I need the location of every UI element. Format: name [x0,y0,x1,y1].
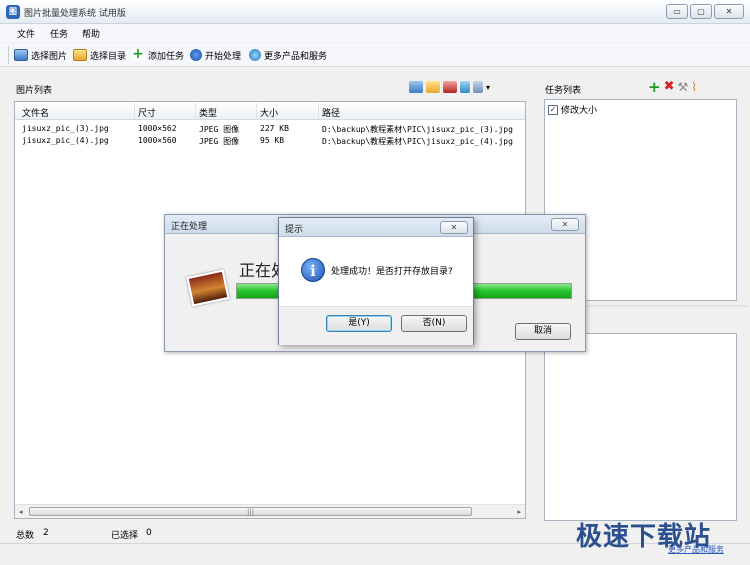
select-image-button[interactable]: 选择图片 [14,47,67,63]
horizontal-scrollbar[interactable]: ◂ ||| ▸ [15,504,525,518]
task-list-label: 任务列表 [545,86,582,96]
cell-filesize: 95 KB [260,136,285,145]
window-controls: ▭ ▢ ✕ [666,4,744,19]
toolbar: 选择图片 选择目录 + 添加任务 开始处理 更多产品和服务 [0,43,750,67]
column-filename[interactable]: 文件名 [22,106,49,119]
select-dir-button[interactable]: 选择目录 [73,47,126,63]
grip-icon: ||| [247,508,255,516]
select-dir-label: 选择目录 [90,51,127,62]
delete-icon[interactable]: ✖ [664,80,675,93]
watermark-link[interactable]: 更多产品和服务 [668,544,724,555]
yes-button[interactable]: 是(Y) [326,315,392,332]
picture-icon [14,49,28,61]
cell-size: 1000×562 [138,124,177,133]
globe-icon [249,49,261,61]
task-item[interactable]: ✓ 修改大小 [548,103,597,116]
total-value: 2 [43,528,49,538]
total-label: 总数 [16,531,35,541]
more-products-button[interactable]: 更多产品和服务 [249,47,327,63]
message-dialog: 提示 ✕ i 处理成功！是否打开存放目录? 是(Y) 否(N) [278,217,474,345]
window-title: 图片批量处理系统 试用版 [24,9,126,19]
dropdown-icon[interactable]: ▾ [486,83,490,92]
scroll-thumb[interactable]: ||| [29,507,472,516]
cancel-button[interactable]: 取消 [515,323,571,340]
message-dialog-close-button[interactable]: ✕ [440,221,468,234]
minimize-button[interactable]: ▭ [666,4,688,19]
task-checkbox[interactable]: ✓ [548,104,558,115]
menu-help[interactable]: 帮助 [82,27,100,40]
add-icon[interactable]: + [648,80,661,95]
add-task-button[interactable]: + 添加任务 [131,47,184,63]
select-image-label: 选择图片 [31,51,68,62]
message-dialog-title: 提示 [285,225,304,235]
menu-bar: 文件 任务 帮助 [0,24,750,42]
no-button[interactable]: 否(N) [401,315,467,332]
add-task-label: 添加任务 [148,51,185,62]
table-row[interactable]: jisuxz_pic_(4).jpg 1000×560 JPEG 图像 95 K… [15,135,525,147]
start-button[interactable]: 开始处理 [190,47,241,63]
table-row[interactable]: jisuxz_pic_(3).jpg 1000×562 JPEG 图像 227 … [15,123,525,135]
wrench-icon[interactable]: ⚒ [677,81,688,93]
cell-type: JPEG 图像 [199,125,240,134]
column-filesize[interactable]: 大小 [260,106,278,119]
task-detail-panel [544,333,737,521]
image-list-header: 文件名 尺寸 类型 大小 路径 [15,102,525,120]
play-icon [190,49,202,61]
cell-path: D:\backup\教程素材\PIC\jisuxz_pic_(4).jpg [322,137,513,146]
column-size[interactable]: 尺寸 [138,106,156,119]
cell-path: D:\backup\教程素材\PIC\jisuxz_pic_(3).jpg [322,125,513,134]
trash-icon[interactable] [460,81,470,93]
menu-task[interactable]: 任务 [50,27,68,40]
cell-size: 1000×560 [138,136,177,145]
broom-icon[interactable]: ⌇ [691,81,697,93]
menu-file[interactable]: 文件 [17,27,35,40]
image-list-tools: ▾ [409,81,490,93]
info-icon: i [301,258,325,282]
more-products-label: 更多产品和服务 [264,51,328,62]
selected-value: 0 [146,528,152,538]
app-icon: 图 [6,5,20,19]
cell-filename: jisuxz_pic_(4).jpg [22,136,109,145]
column-path[interactable]: 路径 [322,106,340,119]
column-type[interactable]: 类型 [199,106,217,119]
scroll-left-icon[interactable]: ◂ [19,508,23,516]
photo-icon [186,269,230,307]
task-item-label: 修改大小 [561,106,598,116]
toolbar-separator [8,46,9,64]
view-image-icon[interactable] [409,81,423,93]
cell-filesize: 227 KB [260,124,289,133]
selected-label: 已选择 [111,531,139,541]
maximize-button[interactable]: ▢ [690,4,712,19]
start-label: 开始处理 [205,51,242,62]
list-view-icon[interactable] [473,81,483,93]
remove-image-icon[interactable] [443,81,457,93]
title-bar: 图 图片批量处理系统 试用版 ▭ ▢ ✕ [0,0,750,24]
open-folder-icon[interactable] [426,81,440,93]
message-text: 处理成功！是否打开存放目录? [331,267,453,277]
progress-dialog-title: 正在处理 [171,222,208,232]
message-dialog-footer: 是(Y) 否(N) [279,306,473,345]
cell-filename: jisuxz_pic_(3).jpg [22,124,109,133]
progress-dialog-close-button[interactable]: ✕ [551,218,579,231]
close-button[interactable]: ✕ [714,4,744,19]
image-list-label: 图片列表 [16,86,53,96]
folder-icon [73,49,87,61]
task-list-tools: + ✖ ⚒ ⌇ [648,80,697,95]
message-dialog-titlebar: 提示 ✕ [279,218,473,237]
scroll-right-icon[interactable]: ▸ [517,508,521,516]
plus-icon: + [131,46,145,62]
cell-type: JPEG 图像 [199,137,240,146]
